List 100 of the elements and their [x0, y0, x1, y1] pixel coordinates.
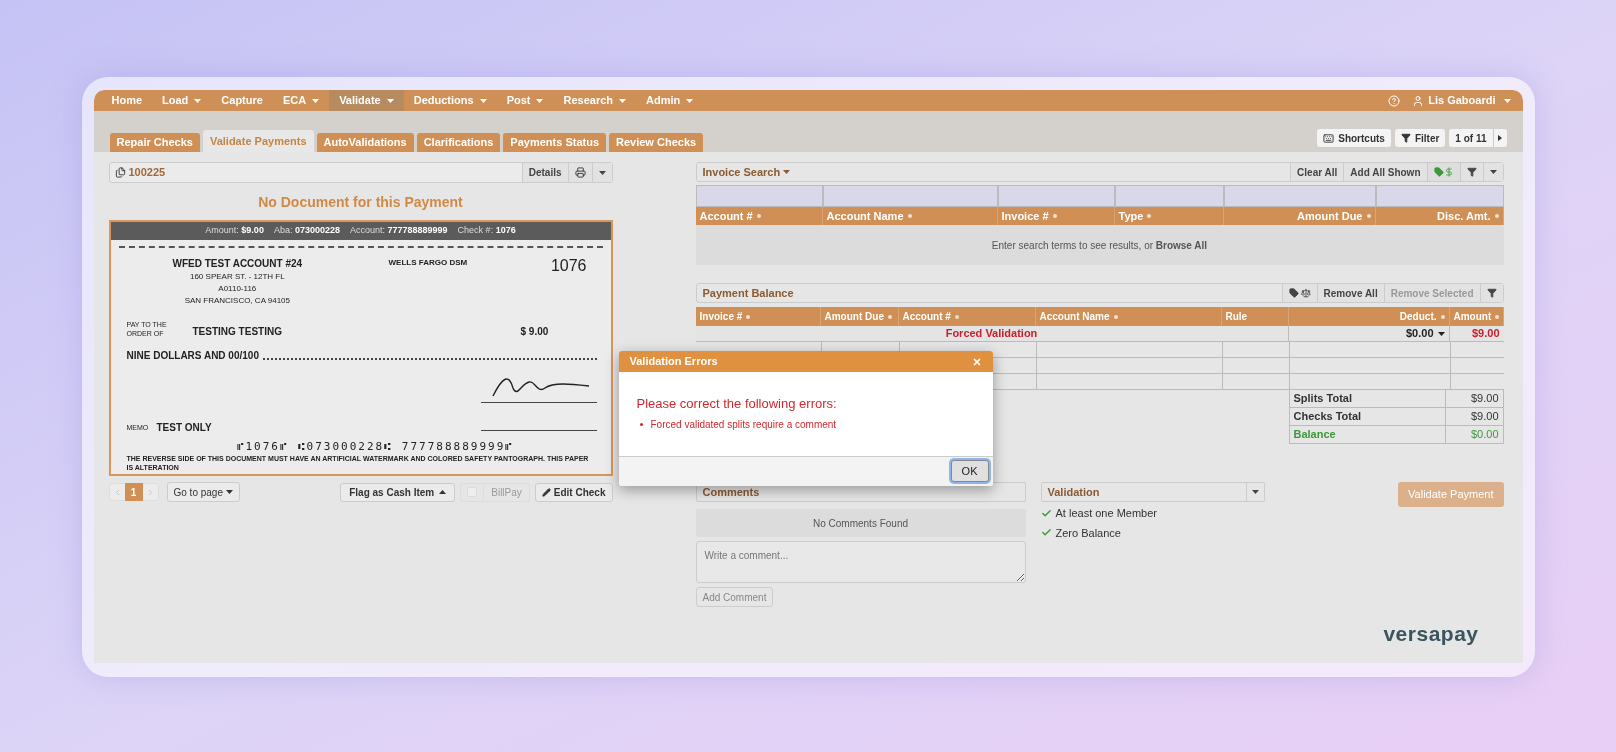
rule-cell: Forced Validation — [695, 326, 1289, 341]
memo-text: TEST ONLY — [156, 421, 212, 435]
validation-rule: Zero Balance — [1055, 525, 1121, 541]
print-button[interactable] — [567, 163, 592, 182]
error-heading: Please correct the following errors: — [636, 395, 838, 413]
column-filter-field[interactable] — [997, 185, 1115, 207]
nav-menu-item[interactable]: Validate — [329, 90, 404, 111]
caret-icon — [386, 98, 394, 103]
nav-menu-item[interactable]: Capture — [211, 90, 273, 111]
total-value: $9.00 — [1445, 408, 1504, 425]
document-id: 100225 — [128, 165, 166, 181]
keyboard-icon — [1323, 132, 1335, 144]
caret-icon — [1489, 170, 1497, 174]
section-title[interactable]: Invoice Search — [702, 163, 781, 181]
check-info-item: Check #: 1076 — [457, 224, 516, 238]
total-value: $0.00 — [1445, 426, 1504, 443]
amount-cell-text: $9.00 — [1470, 326, 1501, 341]
caret-icon — [439, 490, 447, 494]
validation-dropdown[interactable]: Validation — [1040, 482, 1265, 502]
play-icon — [1498, 135, 1502, 141]
amount-in-words: NINE DOLLARS AND 00/100 — [126, 349, 259, 363]
payer-line: WFED TEST ACCOUNT #24 — [172, 257, 303, 271]
tag-scale-button[interactable] — [1281, 284, 1317, 302]
total-label: Checks Total — [1288, 408, 1446, 425]
validation-rule: At least one Member — [1055, 506, 1157, 521]
total-label: Balance — [1288, 426, 1446, 443]
tab[interactable]: Payments Status — [503, 133, 606, 152]
comment-field[interactable]: Write a comment... — [695, 541, 1026, 583]
dollar-icon — [1443, 167, 1454, 177]
tab[interactable]: Validate Payments — [202, 130, 314, 152]
caret-icon — [783, 170, 791, 174]
page-counter: 1 of 11 — [1449, 129, 1493, 147]
billpay-label: BillPay — [483, 483, 529, 501]
page-button[interactable]: 1 — [124, 483, 143, 501]
micr-line: ⑈1076⑈ ⑆073000228⑆ 777788889999⑈ — [236, 439, 515, 455]
caret-icon — [1503, 98, 1511, 103]
section-title: Comments — [702, 484, 760, 500]
payee-name: TESTING TESTING — [192, 325, 282, 339]
no-document-message: No Document for this Payment — [258, 193, 463, 212]
flag-cash-item-button[interactable]: Flag as Cash Item — [340, 482, 456, 502]
filter-button[interactable] — [1459, 163, 1483, 181]
empty-results-text: Enter search terms to see results, or Browse All — [991, 238, 1208, 253]
bank-name: WELLS FARGO DSM — [388, 257, 468, 269]
tab[interactable]: Clarifications — [416, 133, 501, 152]
toolbar-button[interactable]: Clear All — [1290, 163, 1344, 181]
add-comment-button[interactable]: Add Comment — [695, 587, 774, 607]
caret-icon — [598, 170, 606, 175]
total-value: $9.00 — [1445, 390, 1504, 407]
nav-menu-item[interactable]: Home — [101, 90, 153, 111]
column-filter-field[interactable] — [1114, 185, 1224, 207]
toolbar-button[interactable]: Add All Shown — [1343, 163, 1427, 181]
go-to-page-dropdown[interactable]: Go to page — [166, 482, 240, 502]
nav-menu-item[interactable]: Admin — [636, 90, 704, 111]
filter-icon — [1400, 133, 1411, 143]
filter-button[interactable]: Filter — [1394, 129, 1446, 147]
check-info-item: Aba: 073000228 — [273, 224, 340, 238]
caret-icon — [194, 98, 202, 103]
caret-icon — [619, 98, 626, 103]
nav-menu-item[interactable]: Deductions — [403, 90, 497, 111]
column-filter-field[interactable] — [822, 185, 998, 207]
filter-icon — [1486, 288, 1497, 298]
payer-line: SAN FRANCISCO, CA 94105 — [184, 295, 290, 307]
deduction-dropdown[interactable]: $0.00 — [1288, 326, 1450, 341]
column-filter-field[interactable] — [1223, 185, 1376, 207]
nav-menu-item[interactable]: Post — [496, 90, 554, 111]
column-filter-field[interactable] — [695, 185, 823, 207]
edit-check-button[interactable]: Edit Check — [534, 482, 613, 502]
check-number: 1076 — [550, 256, 587, 276]
payer-line: A0110-116 — [218, 283, 257, 295]
no-comments-message: No Comments Found — [695, 509, 1026, 537]
check-amount: $ 9.00 — [520, 325, 549, 339]
ok-button[interactable]: OK — [950, 460, 989, 482]
tag-icon — [1288, 288, 1299, 298]
shortcuts-button[interactable]: Shortcuts — [1317, 129, 1391, 147]
tab[interactable]: Review Checks — [609, 133, 704, 152]
column-filter-field[interactable] — [1375, 185, 1504, 207]
tab[interactable]: AutoValidations — [316, 133, 414, 152]
more-button[interactable] — [1482, 163, 1503, 181]
close-icon[interactable] — [971, 356, 982, 367]
details-button[interactable]: Details — [521, 163, 568, 182]
nav-menu-item[interactable]: Load — [152, 90, 212, 111]
caret-icon — [1251, 490, 1259, 494]
user-menu[interactable]: Lis Gaboardi — [1412, 92, 1515, 109]
caret-icon — [536, 98, 544, 103]
caret-icon — [226, 490, 233, 494]
nav-menu-item[interactable]: ECA — [272, 90, 330, 111]
help-icon[interactable] — [1388, 94, 1401, 107]
payer-line: 160 SPEAR ST. - 12TH FL — [189, 271, 285, 283]
scale-icon — [1300, 288, 1311, 298]
caret-icon — [1437, 331, 1445, 336]
check-info-item: Amount: $9.00 — [205, 224, 264, 238]
nav-menu-item[interactable]: Research — [553, 90, 636, 111]
filter-button[interactable] — [1479, 284, 1503, 302]
total-label: Splits Total — [1288, 390, 1446, 407]
section-title: Payment Balance — [702, 285, 794, 301]
bullet-icon — [639, 422, 643, 426]
printer-icon — [574, 167, 586, 178]
tab[interactable]: Repair Checks — [109, 133, 200, 152]
error-message: Forced validated splits require a comment — [650, 417, 837, 432]
toolbar-button[interactable]: Remove All — [1316, 284, 1384, 302]
